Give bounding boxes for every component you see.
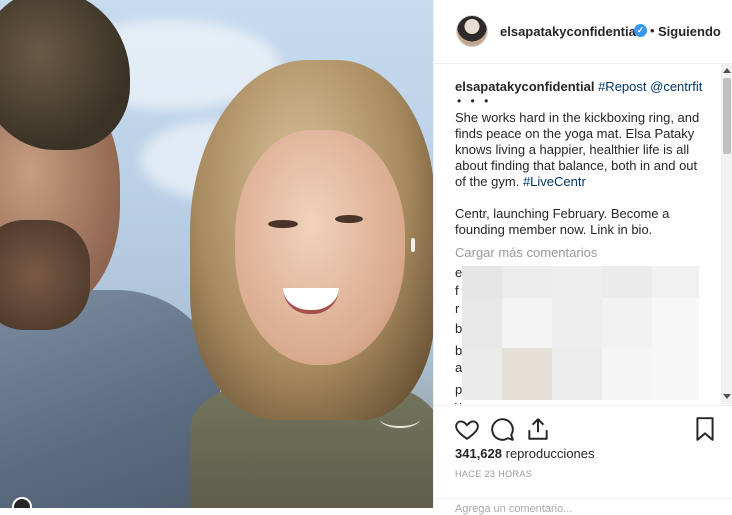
scroll-up-arrow-icon[interactable] [723, 68, 731, 73]
comment-icon[interactable] [489, 416, 515, 442]
caption-text: She works hard in the kickboxing ring, a… [455, 110, 710, 238]
comments-scrollbar[interactable] [721, 64, 732, 404]
woman-face [235, 130, 405, 365]
mention-centrfit[interactable]: @centrfit [650, 79, 702, 94]
earring [411, 238, 415, 252]
post-media-video[interactable] [0, 0, 433, 508]
hashtag-livecentr[interactable]: #LiveCentr [523, 174, 586, 189]
man-hair [0, 0, 130, 150]
separator-dot: • [650, 23, 655, 38]
following-button[interactable]: Siguiendo [658, 24, 721, 39]
view-count[interactable]: 341,628 reproducciones [455, 446, 595, 461]
scroll-down-arrow-icon[interactable] [723, 394, 731, 399]
caption-username[interactable]: elsapatakyconfidential [455, 79, 594, 94]
share-icon[interactable] [525, 416, 551, 442]
man-beard [0, 220, 90, 330]
post-timestamp[interactable]: HACE 23 HORAS [455, 469, 532, 479]
necklace [380, 410, 420, 428]
hashtag-repost[interactable]: #Repost [598, 79, 646, 94]
caption-header: elsapatakyconfidential #Repost @centrfit [455, 79, 702, 94]
like-icon[interactable] [454, 416, 480, 442]
view-count-number: 341,628 [455, 446, 502, 461]
header-username[interactable]: elsapatakyconfidential [500, 24, 639, 39]
add-comment-bar: Agrega un comentario... [434, 498, 732, 515]
comments-area: elsapatakyconfidential #Repost @centrfit… [434, 64, 720, 404]
comment-initial: r [455, 301, 460, 316]
post-actions: 341,628 reproducciones HACE 23 HORAS Agr… [434, 405, 732, 515]
verified-badge-icon: ✓ [634, 24, 647, 37]
load-more-comments-button[interactable]: Cargar más comentarios [455, 245, 597, 260]
post-header: elsapatakyconfidential ✓ • Siguiendo [434, 0, 732, 64]
view-count-label: reproducciones [505, 446, 595, 461]
save-icon[interactable] [692, 416, 718, 442]
comment-initial: v [455, 398, 462, 404]
add-comment-input[interactable]: Agrega un comentario... [455, 503, 572, 515]
woman-eye [268, 220, 298, 228]
comment-initial: f [455, 283, 459, 298]
caption-body-2: Centr, launching February. Become a foun… [455, 206, 670, 237]
post-side-panel: elsapatakyconfidential ✓ • Siguiendo els… [433, 0, 732, 515]
caption-dots: • • • [457, 94, 492, 108]
avatar[interactable] [456, 15, 488, 47]
scrollbar-thumb[interactable] [723, 78, 731, 154]
woman-eye [335, 215, 363, 223]
